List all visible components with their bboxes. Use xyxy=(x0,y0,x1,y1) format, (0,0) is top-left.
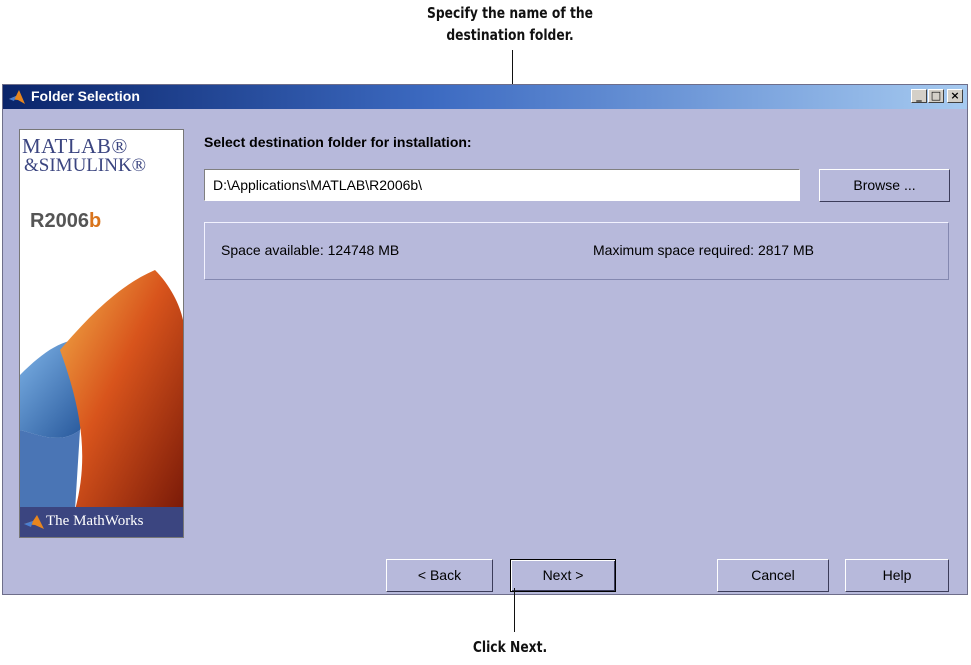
space-available-text: Space available: 124748 MB xyxy=(221,242,400,258)
space-required-text: Maximum space required: 2817 MB xyxy=(593,242,814,258)
minimize-button[interactable]: _ xyxy=(911,89,927,103)
help-button[interactable]: Help xyxy=(845,559,949,592)
cancel-button[interactable]: Cancel xyxy=(717,559,829,592)
mathworks-label: The MathWorks xyxy=(46,513,144,529)
destination-folder-input[interactable] xyxy=(204,169,800,201)
matlab-app-icon xyxy=(9,90,25,104)
matlab-splash-panel: MATLAB® &SIMULINK® R2006b The MathWorks xyxy=(19,129,184,538)
callout-leader-line-bottom xyxy=(514,588,515,632)
title-bar[interactable]: Folder Selection _ □ × xyxy=(3,85,967,109)
back-button[interactable]: < Back xyxy=(386,559,493,592)
brand-simulink: &SIMULINK® xyxy=(24,155,147,176)
close-button[interactable]: × xyxy=(947,89,963,103)
disk-space-panel: Space available: 124748 MB Maximum space… xyxy=(204,222,949,280)
folder-selection-dialog: Folder Selection _ □ × MATLAB® &SIMULINK… xyxy=(2,84,968,595)
matlab-peaks-logo xyxy=(20,270,183,510)
maximize-button[interactable]: □ xyxy=(928,89,944,103)
window-title: Folder Selection xyxy=(31,88,140,104)
browse-button[interactable]: Browse ... xyxy=(819,169,950,202)
destination-folder-prompt: Select destination folder for installati… xyxy=(204,134,472,150)
mathworks-band: The MathWorks xyxy=(20,507,183,537)
next-button[interactable]: Next > xyxy=(510,559,616,592)
callout-click-next: Click Next. xyxy=(472,638,548,656)
mathworks-membrane-logo xyxy=(24,515,44,529)
callout-destination-folder: Specify the name of the destination fold… xyxy=(427,4,593,44)
